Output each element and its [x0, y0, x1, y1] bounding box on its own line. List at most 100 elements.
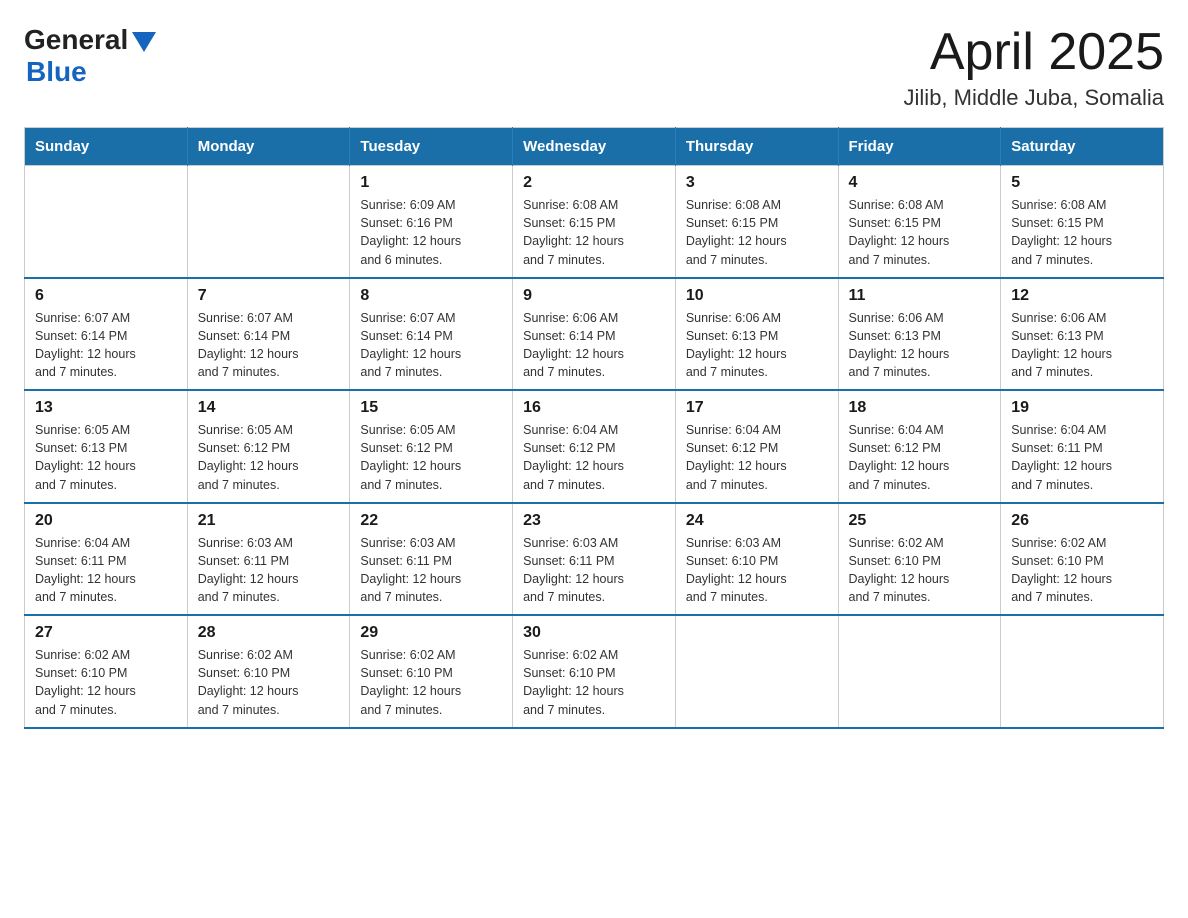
- day-number: 8: [360, 287, 502, 305]
- day-info: Sunrise: 6:02 AM Sunset: 6:10 PM Dayligh…: [35, 646, 177, 719]
- day-number: 17: [686, 399, 828, 417]
- day-info: Sunrise: 6:04 AM Sunset: 6:12 PM Dayligh…: [849, 421, 991, 494]
- day-info: Sunrise: 6:07 AM Sunset: 6:14 PM Dayligh…: [35, 309, 177, 382]
- page-header: General Blue April 2025 Jilib, Middle Ju…: [24, 24, 1164, 111]
- calendar-cell: 24 Sunrise: 6:03 AM Sunset: 6:10 PM Dayli…: [675, 503, 838, 616]
- day-number: 3: [686, 174, 828, 192]
- calendar-cell: [838, 615, 1001, 728]
- calendar-cell: 12 Sunrise: 6:06 AM Sunset: 6:13 PM Dayli…: [1001, 278, 1164, 391]
- calendar-cell: 13Sunrise: 6:05 AM Sunset: 6:13 PM Dayli…: [25, 390, 188, 503]
- day-info: Sunrise: 6:04 AM Sunset: 6:12 PM Dayligh…: [686, 421, 828, 494]
- col-sunday: Sunday: [25, 128, 188, 166]
- day-info: Sunrise: 6:02 AM Sunset: 6:10 PM Dayligh…: [1011, 534, 1153, 607]
- day-info: Sunrise: 6:03 AM Sunset: 6:11 PM Dayligh…: [523, 534, 665, 607]
- day-number: 29: [360, 624, 502, 642]
- day-info: Sunrise: 6:06 AM Sunset: 6:14 PM Dayligh…: [523, 309, 665, 382]
- day-info: Sunrise: 6:06 AM Sunset: 6:13 PM Dayligh…: [849, 309, 991, 382]
- calendar-cell: 23 Sunrise: 6:03 AM Sunset: 6:11 PM Dayli…: [513, 503, 676, 616]
- calendar-cell: 10 Sunrise: 6:06 AM Sunset: 6:13 PM Dayli…: [675, 278, 838, 391]
- day-info: Sunrise: 6:08 AM Sunset: 6:15 PM Dayligh…: [1011, 196, 1153, 269]
- day-number: 5: [1011, 174, 1153, 192]
- calendar-cell: 1Sunrise: 6:09 AM Sunset: 6:16 PM Daylig…: [350, 166, 513, 278]
- calendar-cell: 22 Sunrise: 6:03 AM Sunset: 6:11 PM Dayli…: [350, 503, 513, 616]
- day-number: 10: [686, 287, 828, 305]
- calendar-cell: 17 Sunrise: 6:04 AM Sunset: 6:12 PM Dayli…: [675, 390, 838, 503]
- calendar-week-1: 1Sunrise: 6:09 AM Sunset: 6:16 PM Daylig…: [25, 166, 1164, 278]
- calendar-cell: 9 Sunrise: 6:06 AM Sunset: 6:14 PM Daylig…: [513, 278, 676, 391]
- calendar-subtitle: Jilib, Middle Juba, Somalia: [904, 85, 1164, 111]
- calendar-cell: 11Sunrise: 6:06 AM Sunset: 6:13 PM Dayli…: [838, 278, 1001, 391]
- day-number: 28: [198, 624, 340, 642]
- day-number: 15: [360, 399, 502, 417]
- calendar-cell: 28 Sunrise: 6:02 AM Sunset: 6:10 PM Dayli…: [187, 615, 350, 728]
- day-info: Sunrise: 6:05 AM Sunset: 6:12 PM Dayligh…: [198, 421, 340, 494]
- day-number: 24: [686, 512, 828, 530]
- calendar-cell: 26 Sunrise: 6:02 AM Sunset: 6:10 PM Dayli…: [1001, 503, 1164, 616]
- day-number: 20: [35, 512, 177, 530]
- calendar-title: April 2025: [904, 24, 1164, 81]
- calendar-cell: 27 Sunrise: 6:02 AM Sunset: 6:10 PM Dayli…: [25, 615, 188, 728]
- calendar-cell: 5 Sunrise: 6:08 AM Sunset: 6:15 PM Daylig…: [1001, 166, 1164, 278]
- day-info: Sunrise: 6:02 AM Sunset: 6:10 PM Dayligh…: [360, 646, 502, 719]
- title-block: April 2025 Jilib, Middle Juba, Somalia: [904, 24, 1164, 111]
- day-info: Sunrise: 6:06 AM Sunset: 6:13 PM Dayligh…: [1011, 309, 1153, 382]
- calendar-cell: [187, 166, 350, 278]
- day-info: Sunrise: 6:02 AM Sunset: 6:10 PM Dayligh…: [198, 646, 340, 719]
- day-info: Sunrise: 6:08 AM Sunset: 6:15 PM Dayligh…: [523, 196, 665, 269]
- day-info: Sunrise: 6:04 AM Sunset: 6:11 PM Dayligh…: [1011, 421, 1153, 494]
- calendar-cell: 16 Sunrise: 6:04 AM Sunset: 6:12 PM Dayli…: [513, 390, 676, 503]
- day-number: 19: [1011, 399, 1153, 417]
- day-number: 26: [1011, 512, 1153, 530]
- day-number: 7: [198, 287, 340, 305]
- calendar-cell: 30 Sunrise: 6:02 AM Sunset: 6:10 PM Dayli…: [513, 615, 676, 728]
- calendar-week-2: 6 Sunrise: 6:07 AM Sunset: 6:14 PM Daylig…: [25, 278, 1164, 391]
- day-number: 27: [35, 624, 177, 642]
- calendar-cell: 19 Sunrise: 6:04 AM Sunset: 6:11 PM Dayli…: [1001, 390, 1164, 503]
- day-number: 21: [198, 512, 340, 530]
- col-thursday: Thursday: [675, 128, 838, 166]
- calendar-table: Sunday Monday Tuesday Wednesday Thursday…: [24, 127, 1164, 729]
- col-monday: Monday: [187, 128, 350, 166]
- calendar-cell: 7 Sunrise: 6:07 AM Sunset: 6:14 PM Daylig…: [187, 278, 350, 391]
- day-info: Sunrise: 6:03 AM Sunset: 6:11 PM Dayligh…: [360, 534, 502, 607]
- calendar-cell: 20 Sunrise: 6:04 AM Sunset: 6:11 PM Dayli…: [25, 503, 188, 616]
- calendar-week-5: 27 Sunrise: 6:02 AM Sunset: 6:10 PM Dayli…: [25, 615, 1164, 728]
- day-info: Sunrise: 6:05 AM Sunset: 6:12 PM Dayligh…: [360, 421, 502, 494]
- day-number: 13: [35, 399, 177, 417]
- logo-blue-text: Blue: [26, 56, 87, 88]
- day-number: 1: [360, 174, 502, 192]
- col-friday: Friday: [838, 128, 1001, 166]
- calendar-cell: 29 Sunrise: 6:02 AM Sunset: 6:10 PM Dayli…: [350, 615, 513, 728]
- day-number: 12: [1011, 287, 1153, 305]
- col-tuesday: Tuesday: [350, 128, 513, 166]
- calendar-week-4: 20 Sunrise: 6:04 AM Sunset: 6:11 PM Dayli…: [25, 503, 1164, 616]
- day-number: 9: [523, 287, 665, 305]
- logo-general-text: General: [24, 24, 128, 56]
- col-saturday: Saturday: [1001, 128, 1164, 166]
- day-number: 30: [523, 624, 665, 642]
- day-info: Sunrise: 6:08 AM Sunset: 6:15 PM Dayligh…: [849, 196, 991, 269]
- day-info: Sunrise: 6:07 AM Sunset: 6:14 PM Dayligh…: [198, 309, 340, 382]
- calendar-week-3: 13Sunrise: 6:05 AM Sunset: 6:13 PM Dayli…: [25, 390, 1164, 503]
- day-info: Sunrise: 6:04 AM Sunset: 6:11 PM Dayligh…: [35, 534, 177, 607]
- calendar-cell: 2 Sunrise: 6:08 AM Sunset: 6:15 PM Daylig…: [513, 166, 676, 278]
- calendar-cell: 25Sunrise: 6:02 AM Sunset: 6:10 PM Dayli…: [838, 503, 1001, 616]
- day-info: Sunrise: 6:02 AM Sunset: 6:10 PM Dayligh…: [523, 646, 665, 719]
- calendar-cell: 3 Sunrise: 6:08 AM Sunset: 6:15 PM Daylig…: [675, 166, 838, 278]
- calendar-cell: 14Sunrise: 6:05 AM Sunset: 6:12 PM Dayli…: [187, 390, 350, 503]
- calendar-cell: [675, 615, 838, 728]
- day-info: Sunrise: 6:04 AM Sunset: 6:12 PM Dayligh…: [523, 421, 665, 494]
- day-number: 4: [849, 174, 991, 192]
- calendar-cell: [25, 166, 188, 278]
- logo-triangle-icon: [132, 32, 156, 52]
- day-number: 23: [523, 512, 665, 530]
- day-info: Sunrise: 6:06 AM Sunset: 6:13 PM Dayligh…: [686, 309, 828, 382]
- day-info: Sunrise: 6:03 AM Sunset: 6:10 PM Dayligh…: [686, 534, 828, 607]
- day-number: 25: [849, 512, 991, 530]
- col-wednesday: Wednesday: [513, 128, 676, 166]
- day-number: 22: [360, 512, 502, 530]
- day-info: Sunrise: 6:08 AM Sunset: 6:15 PM Dayligh…: [686, 196, 828, 269]
- day-number: 2: [523, 174, 665, 192]
- day-number: 16: [523, 399, 665, 417]
- day-number: 6: [35, 287, 177, 305]
